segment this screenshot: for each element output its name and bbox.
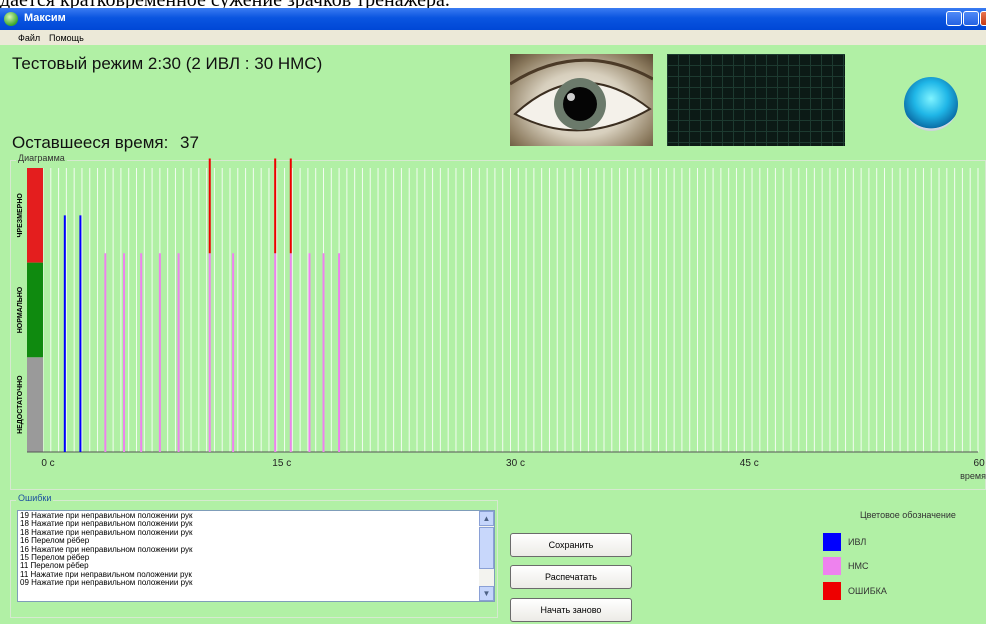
legend-label-ivl: ИВЛ — [848, 537, 867, 547]
errors-listbox[interactable]: 19 Нажатие при неправильном положении ру… — [17, 510, 495, 602]
minimize-button[interactable] — [946, 11, 962, 26]
zone-label: ЧРЕЗМЕРНО — [17, 193, 24, 238]
scroll-up-icon[interactable]: ▲ — [479, 511, 494, 526]
x-tick-label: 0 c — [41, 458, 54, 469]
maximize-button[interactable] — [963, 11, 979, 26]
legend-swatch-ivl — [823, 533, 841, 551]
menu-item-help[interactable]: Помощь — [49, 33, 84, 43]
zone-bar — [27, 357, 43, 452]
menu-item-file[interactable]: Файл — [18, 33, 40, 43]
errors-rows: 19 Нажатие при неправильном положении ру… — [20, 511, 478, 588]
x-tick-label: 30 c — [506, 458, 525, 469]
x-axis-label: время — [960, 471, 986, 481]
scroll-down-icon[interactable]: ▼ — [479, 586, 494, 601]
legend-title: Цветовое обозначение — [860, 510, 956, 520]
scroll-thumb[interactable] — [479, 527, 494, 569]
legend-label-error: ОШИБКА — [848, 586, 887, 596]
save-button[interactable]: Сохранить — [510, 533, 632, 557]
diagram-chart: ЧРЕЗМЕРНО НОРМАЛЬНО НЕДОСТАТОЧНО 0 c 15 c 30 … — [17, 158, 986, 481]
legend-swatch-nms — [823, 557, 841, 575]
x-tick-label: 45 c — [740, 458, 759, 469]
zone-bar — [27, 262, 43, 358]
x-tick-label: 15 c — [272, 458, 291, 469]
menu-bar: Файл Помощь — [0, 30, 986, 45]
error-list-item[interactable]: 09 Нажатие при неправильном положении ру… — [20, 578, 478, 587]
close-button[interactable] — [980, 11, 986, 26]
restart-button[interactable]: Начать заново — [510, 598, 632, 622]
main-panel: Тестовый режим 2:30 (2 ИВЛ : 30 НМС) Ост… — [0, 45, 986, 624]
zone-bar — [27, 168, 43, 263]
zone-label: НОРМАЛЬНО — [17, 286, 24, 333]
legend-label-nms: НМС — [848, 561, 869, 571]
errors-group-label: Ошибки — [16, 493, 54, 503]
window-title: Максим — [24, 12, 66, 24]
errors-scrollbar[interactable]: ▲ ▼ — [479, 511, 494, 601]
x-tick-label: 60 c — [974, 458, 986, 469]
window-titlebar[interactable]: Максим — [0, 8, 986, 30]
print-button[interactable]: Распечатать — [510, 565, 632, 589]
document-caption-fragment: дается кратковременное сужение зрачков т… — [0, 0, 986, 8]
app-icon — [4, 12, 18, 26]
legend-swatch-error — [823, 582, 841, 600]
zone-label: НЕДОСТАТОЧНО — [17, 375, 24, 434]
